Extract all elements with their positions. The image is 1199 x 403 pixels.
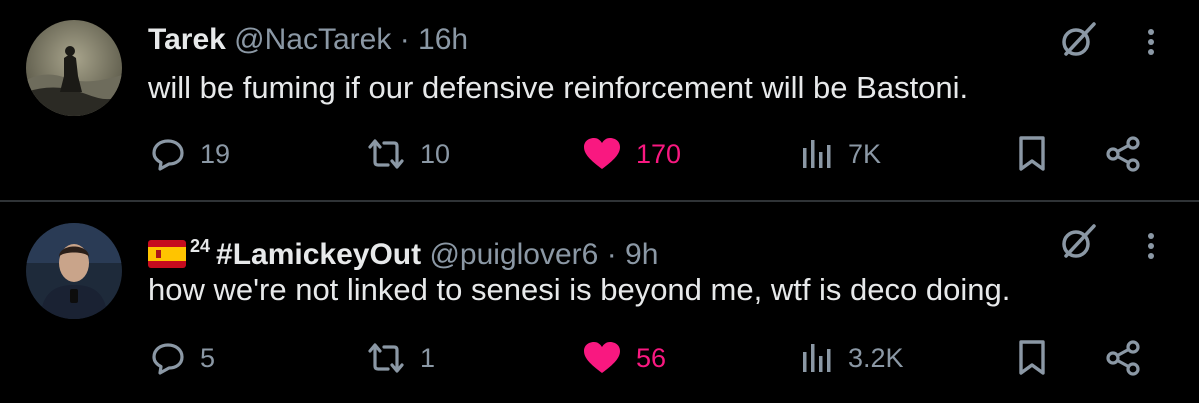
timestamp[interactable]: 9h [625, 238, 658, 271]
grok-icon[interactable] [1058, 20, 1098, 60]
reply-count: 5 [200, 342, 216, 373]
reply-icon [152, 343, 184, 375]
avatar[interactable] [26, 223, 122, 319]
reply-icon [152, 139, 184, 171]
share-button[interactable] [1104, 132, 1142, 176]
tweet-header: Tarek @NacTarek · 16h [148, 22, 468, 58]
retweet-count: 1 [420, 342, 436, 373]
bookmark-button[interactable] [1016, 336, 1048, 380]
views-count: 3.2K [848, 342, 904, 373]
heart-filled-icon [584, 138, 620, 169]
user-handle[interactable]: @puiglover6 [429, 238, 598, 271]
bookmark-icon [1019, 340, 1045, 375]
tweet[interactable]: 24 #LamickeyOut @puiglover6 · 9h how we'r… [0, 202, 1199, 403]
views-icon [803, 140, 831, 168]
like-button[interactable]: 170 [582, 132, 681, 176]
timestamp[interactable]: 16h [418, 23, 468, 56]
reply-count: 19 [200, 138, 231, 169]
avatar[interactable] [26, 20, 122, 116]
more-options-icon[interactable] [1141, 24, 1161, 60]
tweet[interactable]: Tarek @NacTarek · 16h will be fuming if … [0, 0, 1199, 200]
display-name[interactable]: Tarek [148, 23, 226, 56]
name-superscript: 24 [190, 236, 211, 256]
like-count: 56 [636, 342, 667, 373]
tweet-text: how we're not linked to senesi is beyond… [148, 272, 1011, 307]
like-count: 170 [636, 138, 682, 169]
bookmark-icon [1019, 136, 1045, 171]
views-count: 7K [848, 138, 882, 169]
retweet-icon [368, 139, 404, 169]
grok-icon[interactable] [1058, 222, 1098, 262]
share-icon [1106, 136, 1140, 172]
separator: · [606, 238, 617, 271]
bookmark-button[interactable] [1016, 132, 1048, 176]
retweet-button[interactable]: 10 [366, 132, 450, 176]
user-handle[interactable]: @NacTarek [234, 23, 391, 56]
retweet-count: 10 [420, 138, 451, 169]
reply-button[interactable]: 19 [150, 132, 230, 176]
like-button[interactable]: 56 [582, 336, 666, 380]
heart-filled-icon [584, 342, 620, 373]
reply-button[interactable]: 5 [150, 336, 215, 380]
action-bar: 5 1 56 3.2K [0, 336, 1199, 380]
views-button[interactable]: 7K [800, 132, 881, 176]
share-icon [1106, 340, 1140, 376]
retweet-button[interactable]: 1 [366, 336, 435, 380]
views-icon [803, 344, 831, 372]
tweet-text: will be fuming if our defensive reinforc… [148, 70, 969, 105]
retweet-icon [368, 343, 404, 373]
views-button[interactable]: 3.2K [800, 336, 904, 380]
display-name[interactable]: #LamickeyOut [216, 238, 421, 271]
action-bar: 19 10 170 7K [0, 132, 1199, 176]
share-button[interactable] [1104, 336, 1142, 380]
more-options-icon[interactable] [1141, 228, 1161, 264]
separator: · [399, 23, 410, 56]
